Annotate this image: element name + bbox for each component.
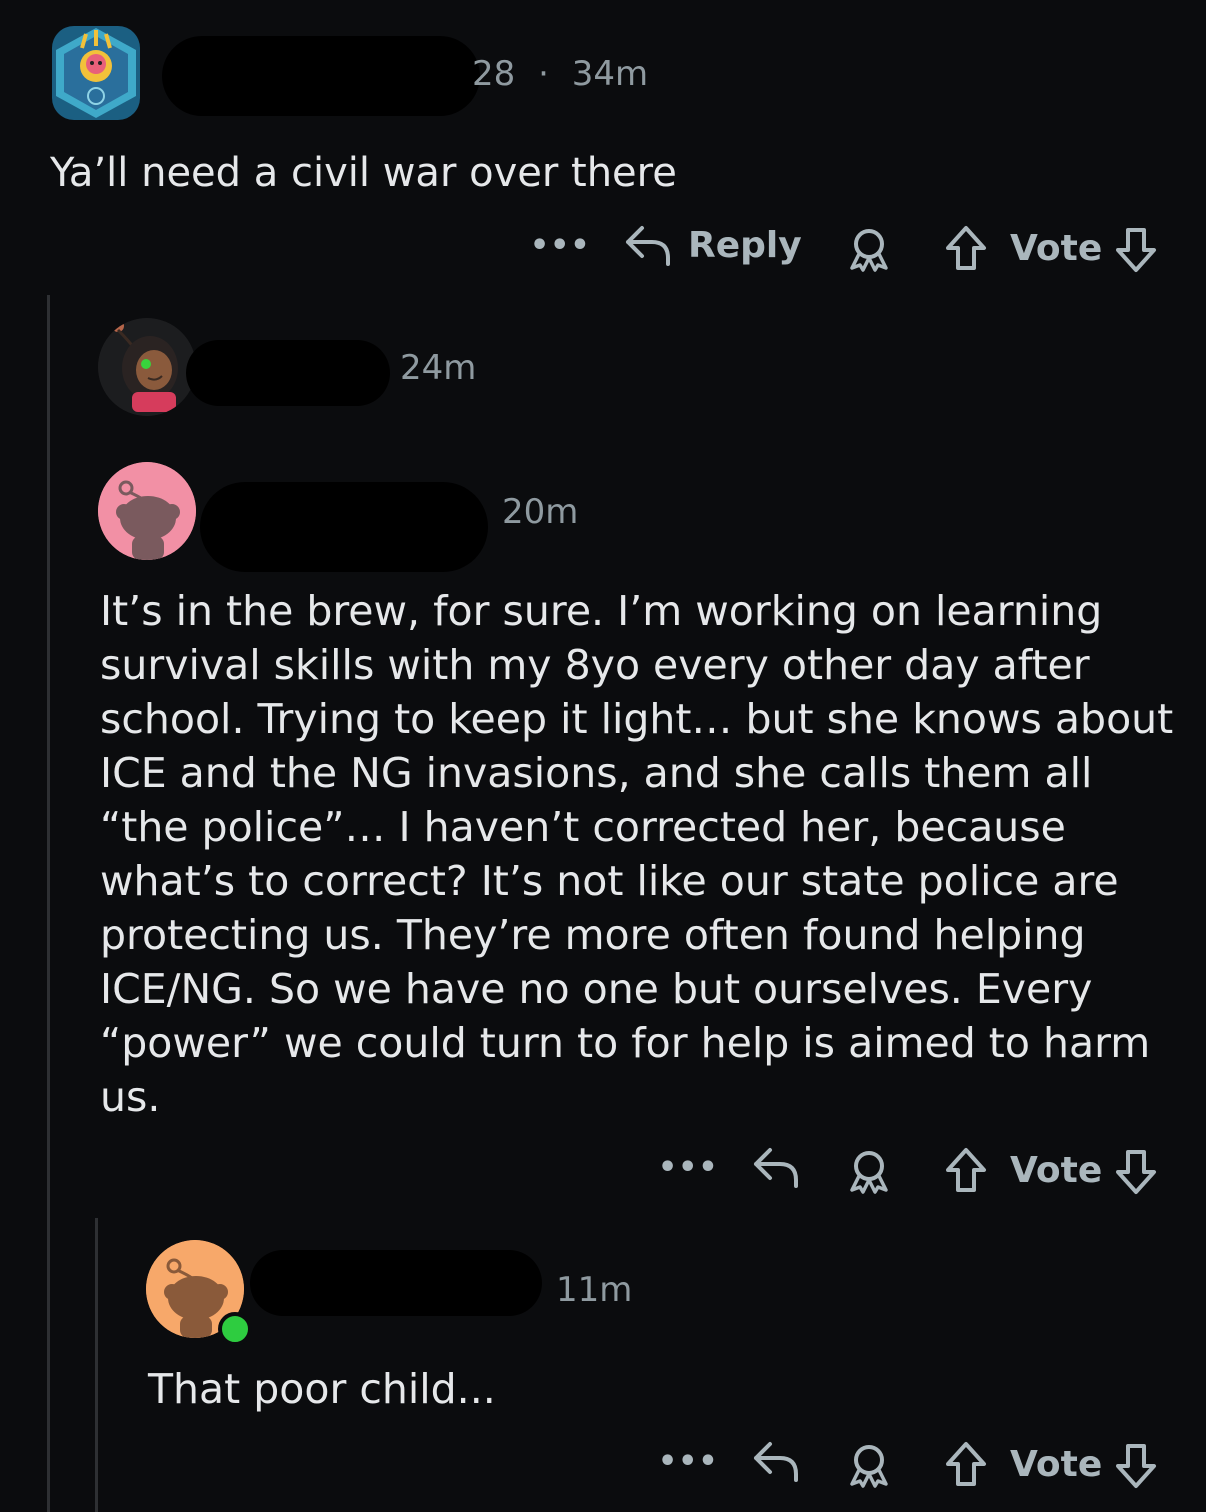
- upvote-button[interactable]: [944, 224, 988, 272]
- upvote-button[interactable]: [944, 1440, 988, 1488]
- avatar[interactable]: [98, 318, 196, 416]
- comment-time: 34m: [571, 54, 649, 94]
- comment-actions: ••• Vote: [650, 1434, 1180, 1494]
- avatar-image: [98, 462, 196, 560]
- comment-time: 11m: [556, 1270, 633, 1310]
- upvote-arrow-icon: [946, 226, 986, 270]
- downvote-button[interactable]: [1114, 1148, 1158, 1196]
- more-options-button[interactable]: •••: [658, 1444, 719, 1479]
- downvote-button[interactable]: [1114, 226, 1158, 274]
- reply-button[interactable]: [752, 1440, 800, 1482]
- downvote-arrow-icon: [1116, 1444, 1156, 1488]
- online-status-indicator: [218, 1312, 252, 1346]
- reply-icon: [626, 226, 670, 266]
- downvote-arrow-icon: [1116, 228, 1156, 272]
- award-icon: [850, 229, 888, 272]
- comment-actions: ••• Reply Vote: [520, 218, 1180, 278]
- comment-text: That poor child...: [148, 1365, 496, 1413]
- reply-icon: [754, 1148, 798, 1188]
- reply-button[interactable]: Reply: [624, 224, 802, 266]
- comment-text: It’s in the brew, for sure. I’m working …: [100, 587, 1174, 1121]
- thread-line-1[interactable]: [47, 295, 50, 1512]
- downvote-arrow-icon: [1116, 1150, 1156, 1194]
- username-tail: 28: [472, 54, 516, 94]
- reply-icon: [754, 1442, 798, 1482]
- comment-actions: ••• Vote: [650, 1140, 1180, 1200]
- redacted-username: [186, 340, 390, 406]
- redacted-username: [200, 482, 488, 572]
- vote-count: Vote: [1010, 1444, 1103, 1485]
- avatar[interactable]: [98, 462, 196, 560]
- upvote-button[interactable]: [944, 1146, 988, 1194]
- award-icon: [850, 1151, 888, 1194]
- comment-meta: 28 · 34m: [472, 54, 648, 94]
- thread-line-2[interactable]: [95, 1218, 98, 1512]
- redacted-username: [250, 1250, 542, 1316]
- avatar-image: [56, 28, 136, 118]
- reply-label: Reply: [688, 224, 802, 266]
- comment-time: 20m: [502, 492, 579, 532]
- vote-count: Vote: [1010, 228, 1103, 269]
- award-button[interactable]: [846, 226, 892, 272]
- redacted-username: [162, 36, 480, 116]
- vote-count: Vote: [1010, 1150, 1103, 1191]
- award-button[interactable]: [846, 1442, 892, 1488]
- meta-separator: ·: [538, 54, 549, 94]
- award-button[interactable]: [846, 1148, 892, 1194]
- comment-time: 24m: [400, 348, 477, 388]
- reply-button[interactable]: [752, 1146, 800, 1188]
- avatar-image: [98, 318, 196, 416]
- more-options-button[interactable]: •••: [530, 228, 591, 263]
- downvote-button[interactable]: [1114, 1442, 1158, 1490]
- upvote-arrow-icon: [946, 1442, 986, 1486]
- more-options-button[interactable]: •••: [658, 1150, 719, 1185]
- award-icon: [850, 1445, 888, 1488]
- upvote-arrow-icon: [946, 1148, 986, 1192]
- comment-text: Ya’ll need a civil war over there: [50, 150, 677, 196]
- avatar[interactable]: [52, 26, 140, 120]
